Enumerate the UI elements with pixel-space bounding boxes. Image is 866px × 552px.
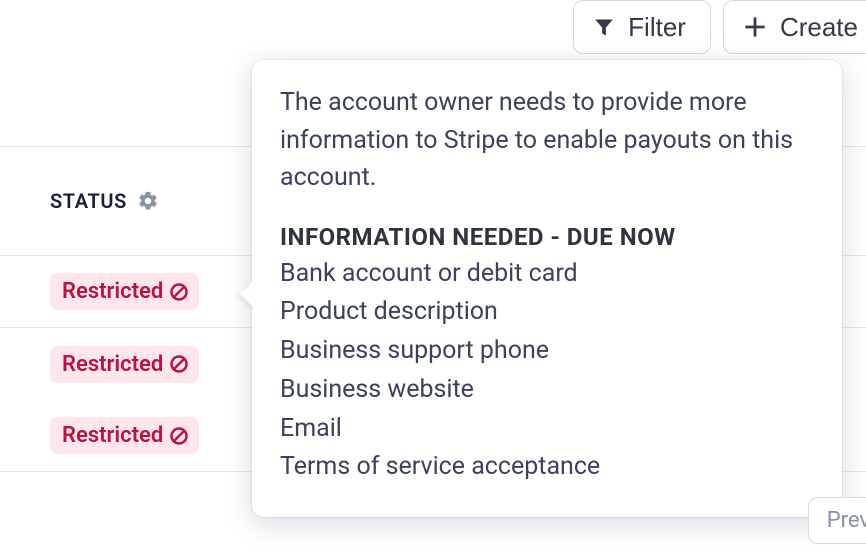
previous-page-button[interactable]: Prev <box>808 497 866 544</box>
filter-icon <box>594 17 614 37</box>
status-badge: Restricted <box>50 273 199 310</box>
filter-button[interactable]: Filter <box>573 0 711 54</box>
create-button[interactable]: Create <box>723 0 866 54</box>
block-icon <box>169 426 189 446</box>
status-badge-label: Restricted <box>62 352 163 377</box>
tooltip-list: Bank account or debit card Product descr… <box>280 255 814 488</box>
tooltip-item: Bank account or debit card <box>280 255 814 294</box>
tooltip-body: The account owner needs to provide more … <box>280 84 814 197</box>
create-button-label: Create <box>780 12 858 43</box>
block-icon <box>169 282 189 302</box>
status-badge: Restricted <box>50 417 199 454</box>
status-column-header[interactable]: STATUS <box>50 189 159 213</box>
gear-icon[interactable] <box>137 190 159 212</box>
plus-icon <box>744 16 766 38</box>
status-badge-label: Restricted <box>62 423 163 448</box>
tooltip-item: Business website <box>280 371 814 410</box>
tooltip-item: Terms of service acceptance <box>280 448 814 487</box>
toolbar: Filter Create <box>0 0 866 60</box>
block-icon <box>169 354 189 374</box>
tooltip-item: Business support phone <box>280 332 814 371</box>
status-tooltip: The account owner needs to provide more … <box>252 60 842 517</box>
filter-button-label: Filter <box>628 12 686 43</box>
tooltip-pointer <box>240 280 254 308</box>
status-header-label: STATUS <box>50 189 127 213</box>
status-badge-label: Restricted <box>62 279 163 304</box>
tooltip-item: Product description <box>280 293 814 332</box>
previous-page-label: Prev <box>827 508 866 533</box>
status-badge: Restricted <box>50 346 199 383</box>
tooltip-heading: INFORMATION NEEDED - DUE NOW <box>280 223 814 251</box>
tooltip-item: Email <box>280 410 814 449</box>
